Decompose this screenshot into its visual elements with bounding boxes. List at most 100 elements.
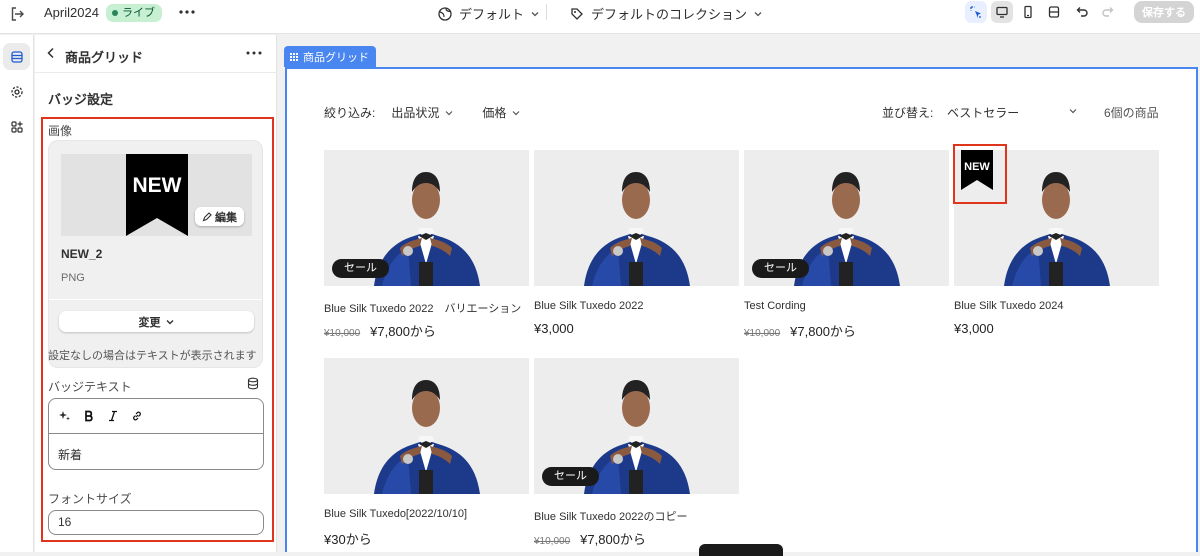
gear-icon (10, 85, 23, 98)
product-card[interactable]: セール Blue Silk Tuxedo 2022 バリエーション ¥10,000 ¥… (324, 150, 529, 340)
sale-price: ¥30から (324, 532, 372, 547)
desktop-view-button[interactable] (991, 1, 1013, 23)
mobile-view-button[interactable] (1017, 1, 1039, 23)
sort-select[interactable]: ベストセラー (947, 104, 1019, 121)
section-tag-label: 商品グリッド (303, 51, 369, 64)
font-size-input[interactable]: 16 (48, 510, 264, 535)
apps-icon (10, 120, 23, 133)
dynamic-source-icon[interactable] (247, 377, 259, 390)
editor-toolbar (49, 399, 263, 434)
undo-icon[interactable] (1074, 4, 1090, 20)
mobile-icon (1024, 5, 1032, 19)
product-price: ¥30から (324, 529, 372, 548)
more-actions-icon[interactable] (178, 2, 196, 22)
bold-icon[interactable] (83, 410, 95, 422)
chevron-down-icon (445, 110, 453, 115)
filter-price[interactable]: 価格 (482, 104, 521, 121)
chevron-down-icon (531, 11, 539, 16)
sort-label: 並び替え: (882, 106, 934, 120)
globe-icon (438, 6, 452, 21)
product-count: 6個の商品 (1104, 106, 1159, 120)
product-title[interactable]: Blue Silk Tuxedo 2022のコピー (534, 508, 687, 524)
product-card[interactable]: Blue Silk Tuxedo 2022 ¥3,000 (534, 150, 739, 340)
product-image[interactable]: セール (324, 150, 529, 286)
sale-badge: セール (752, 259, 809, 278)
product-image[interactable]: セール (744, 150, 949, 286)
view-toggle-group (965, 1, 1065, 23)
badge-text-value[interactable]: 新着 (58, 446, 82, 463)
top-bar: April2024 ライブ デフォルト デフォルトのコレクション 保存する (0, 0, 1200, 34)
collection-dropdown-label: デフォルトのコレクション (591, 7, 748, 22)
chevron-down-icon (512, 110, 520, 115)
image-thumbnail[interactable]: NEW (126, 154, 188, 236)
save-button[interactable]: 保存する (1134, 1, 1194, 23)
chevron-down-icon (166, 319, 173, 324)
product-title[interactable]: Blue Silk Tuxedo 2022 (534, 300, 643, 312)
product-image[interactable] (534, 150, 739, 286)
collection-dropdown[interactable]: デフォルトのコレクション (569, 4, 763, 23)
back-arrow-icon[interactable] (45, 46, 57, 60)
product-price: ¥10,000 ¥7,800から (744, 321, 856, 340)
section-tag[interactable]: 商品グリッド (284, 46, 376, 67)
product-image[interactable]: セール (534, 358, 739, 494)
edit-image-button[interactable]: 編集 (195, 207, 244, 226)
image-thumbnail-text: NEW (133, 174, 182, 197)
chevron-down-icon (754, 11, 762, 16)
filter-availability-label: 出品状況 (391, 106, 440, 120)
settings-rail-button[interactable] (3, 78, 30, 105)
apps-rail-button[interactable] (3, 113, 30, 140)
product-card[interactable]: セール Test Cording ¥10,000 ¥7,800から (744, 150, 949, 340)
chevron-down-icon[interactable] (1068, 106, 1078, 116)
product-image[interactable] (324, 358, 529, 494)
divider (546, 4, 547, 20)
fullscreen-view-button[interactable] (1043, 1, 1065, 23)
product-title[interactable]: Test Cording (744, 300, 806, 312)
sale-price: ¥7,800から (580, 532, 646, 547)
cursor-select-icon (970, 6, 981, 18)
sections-rail-button[interactable] (3, 43, 30, 70)
image-picker-card: NEW 編集 NEW_2 PNG 変更 (48, 140, 263, 368)
product-title[interactable]: Blue Silk Tuxedo 2022 バリエーション (324, 300, 521, 316)
compare-at-price: ¥10,000 (324, 328, 361, 339)
change-image-label: 変更 (138, 316, 161, 329)
filter-availability[interactable]: 出品状況 (391, 104, 454, 121)
compare-at-price: ¥10,000 (534, 536, 571, 547)
grid-icon (290, 52, 298, 61)
product-card[interactable]: セール Blue Silk Tuxedo 2022のコピー ¥10,000 ¥7,80… (534, 358, 739, 548)
panel-header: 商品グリッド (35, 35, 277, 73)
product-price: ¥3,000 (954, 321, 994, 336)
product-card[interactable]: Blue Silk Tuxedo[2022/10/10] ¥30から (324, 358, 529, 548)
filter-price-label: 価格 (482, 106, 507, 120)
font-size-label: フォントサイズ (48, 492, 132, 506)
italic-icon[interactable] (107, 410, 119, 422)
template-dropdown[interactable]: デフォルト (437, 4, 540, 23)
change-image-button[interactable]: 変更 (59, 311, 254, 332)
exit-icon[interactable] (7, 4, 27, 24)
inspector-button[interactable] (965, 1, 987, 23)
sale-price: ¥7,800から (790, 324, 856, 339)
filter-label: 絞り込み: (324, 106, 376, 120)
badge-text-editor[interactable]: 新着 (48, 398, 264, 470)
theme-name: April2024 (44, 5, 99, 20)
ai-sparkle-icon[interactable] (59, 410, 71, 422)
left-icon-rail (0, 35, 34, 552)
product-title[interactable]: Blue Silk Tuxedo 2024 (954, 300, 1063, 312)
sections-icon (10, 50, 23, 63)
pencil-icon (202, 211, 212, 221)
new-badge-text: NEW (964, 161, 990, 173)
divider (49, 299, 262, 300)
more-actions-icon[interactable] (245, 43, 263, 63)
sale-badge: セール (542, 467, 599, 486)
tag-icon (571, 7, 583, 20)
panel-title: 商品グリッド (65, 50, 144, 65)
link-icon[interactable] (131, 410, 143, 422)
badge-text-label: バッジテキスト (48, 380, 132, 394)
new-badge-highlight: NEW (953, 144, 1007, 204)
badge-settings-title: バッジ設定 (48, 92, 114, 107)
floating-toolbar[interactable] (699, 544, 783, 556)
image-file-name: NEW_2 (61, 247, 103, 261)
redo-icon[interactable] (1100, 4, 1116, 20)
live-dot-icon (112, 10, 118, 16)
image-file-type: PNG (61, 272, 85, 284)
product-title[interactable]: Blue Silk Tuxedo[2022/10/10] (324, 508, 467, 520)
